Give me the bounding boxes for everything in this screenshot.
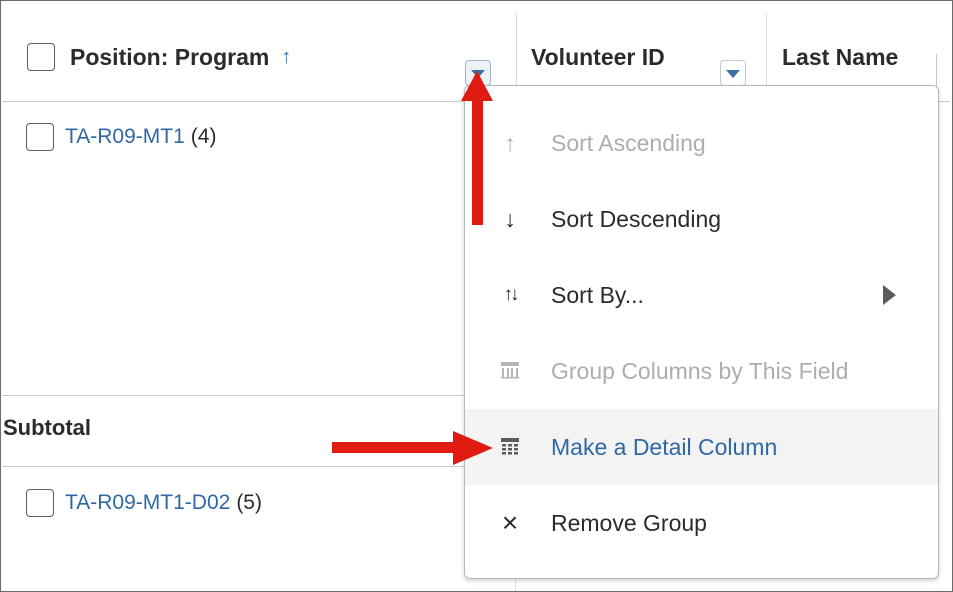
- menu-item-label: Sort By...: [551, 281, 644, 308]
- report-table-frame: Position: Program ↑ Volunteer ID Last Na…: [0, 0, 953, 592]
- menu-item-label: Group Columns by This Field: [551, 357, 849, 384]
- column-grid-icon: [497, 358, 523, 385]
- group-count: (4): [190, 125, 217, 148]
- sort-ascending-indicator-icon: ↑: [281, 45, 292, 68]
- column-header-position-program[interactable]: Position: Program ↑: [2, 13, 517, 101]
- group-count: (5): [236, 491, 262, 514]
- column-title: Volunteer ID: [531, 43, 665, 70]
- annotation-arrow-right-shaft: [332, 442, 458, 453]
- row-checkbox[interactable]: [26, 489, 54, 517]
- menu-item-group-columns[interactable]: Group Columns by This Field: [465, 333, 938, 409]
- menu-item-label: Sort Descending: [551, 205, 722, 232]
- submenu-arrow-icon: [883, 285, 896, 305]
- row-divider: [2, 395, 515, 396]
- menu-item-sort-ascending[interactable]: ↑ Sort Ascending: [465, 105, 938, 181]
- annotation-arrow-up-head: [461, 71, 493, 101]
- column-grid-icon: [501, 361, 519, 378]
- annotation-arrow-right-head: [453, 431, 493, 465]
- group-link[interactable]: TA-R09-MT1-D02: [65, 491, 230, 515]
- chevron-down-icon: [726, 70, 740, 78]
- menu-item-label: Make a Detail Column: [551, 433, 778, 460]
- select-all-checkbox[interactable]: [27, 43, 55, 71]
- group-row: TA-R09-MT1-D02 (5): [26, 489, 262, 517]
- row-divider: [2, 466, 515, 467]
- sort-arrows-icon: ↑↓: [503, 284, 520, 305]
- menu-item-label: Sort Ascending: [551, 129, 706, 156]
- menu-item-remove-group[interactable]: × Remove Group: [465, 485, 938, 561]
- menu-item-make-detail-column[interactable]: Make a Detail Column: [465, 409, 938, 485]
- annotation-arrow-up-shaft: [472, 99, 483, 225]
- row-checkbox[interactable]: [26, 123, 54, 151]
- arrow-down-icon: ↓: [504, 205, 516, 232]
- column-dropdown-menu: ↑ Sort Ascending ↓ Sort Descending ↑↓ So…: [464, 85, 939, 579]
- group-row: TA-R09-MT1 (4): [26, 123, 216, 151]
- group-link[interactable]: TA-R09-MT1: [65, 125, 185, 149]
- detail-grid-icon: [497, 434, 523, 461]
- arrow-up-icon: ↑: [504, 129, 516, 156]
- detail-grid-icon: [501, 437, 519, 454]
- column-title: Position: Program: [70, 43, 270, 70]
- subtotal-label: Subtotal: [3, 415, 91, 440]
- menu-item-sort-by[interactable]: ↑↓ Sort By...: [465, 257, 938, 333]
- menu-item-label: Remove Group: [551, 509, 707, 536]
- close-icon: ×: [501, 507, 519, 538]
- menu-item-sort-descending[interactable]: ↓ Sort Descending: [465, 181, 938, 257]
- column-menu-button-last-name-partial[interactable]: [936, 54, 943, 86]
- column-title: Last Name: [782, 43, 899, 70]
- column-menu-button-volunteer-id[interactable]: [720, 60, 746, 86]
